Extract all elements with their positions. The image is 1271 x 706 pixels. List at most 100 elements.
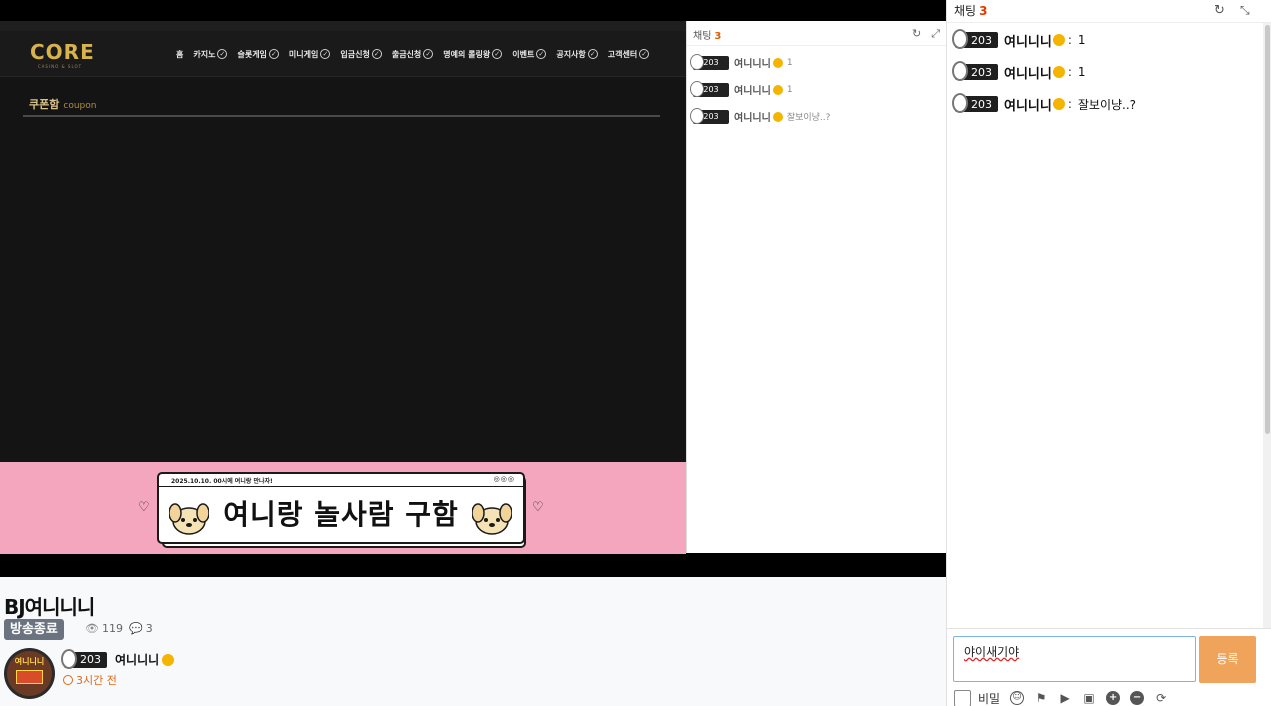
overlay-chat-message: 203 여니니니 잘보이냥..? — [690, 103, 941, 130]
fan-level-badge: 203 — [952, 93, 998, 113]
check-icon: ✓ — [268, 49, 279, 59]
heart-icon: ♡ — [138, 500, 150, 515]
verified-icon — [1052, 66, 1065, 78]
badge-level: 203 — [971, 65, 992, 79]
site-nav-item: 입금신청 ✓ — [340, 49, 382, 60]
collapse-icon[interactable]: ⤡ — [1240, 3, 1250, 18]
chat-message: 203 여니니니 : 1 — [952, 56, 1260, 88]
chat-scrollbar-thumb[interactable] — [1265, 25, 1270, 434]
flag-icon[interactable]: ⚑ — [1034, 691, 1048, 705]
time-ago-text: 3시간 전 — [76, 674, 117, 687]
fan-level-badge: 203 — [952, 29, 998, 49]
comment-count[interactable]: 💬 3 — [129, 622, 153, 635]
video-player[interactable]: CORE CASINO & SLOT 홈 카지노 ✓ 슬롯게임 ✓ 미니게임 ✓ 입금… — [0, 0, 946, 577]
badge-ring-icon — [690, 80, 704, 97]
overlay-chat-title-text: 채팅 — [693, 31, 712, 42]
site-nav-label: 공지사항 — [556, 49, 586, 59]
badge-ring-icon — [952, 29, 968, 49]
chat-username[interactable]: 여니니니 — [1004, 31, 1052, 50]
banner-card-header: 2025.10.10. 00시에 여니랑 만나자! ◎◎◎ — [159, 474, 523, 487]
verified-icon — [772, 84, 783, 95]
banner-date: 2025.10.10. 00시에 여니랑 만나자! — [171, 478, 273, 485]
site-logo-subtext: CASINO & SLOT — [37, 64, 83, 69]
site-nav-label: 미니게임 — [288, 49, 319, 59]
chat-title-text: 채팅 — [954, 4, 977, 18]
site-nav-items: 홈 카지노 ✓ 슬롯게임 ✓ 미니게임 ✓ 입금신청 ✓ 출금신청 ✓ 명예의 롤링왕 ✓ … — [176, 45, 659, 63]
fan-level-badge: 203 — [61, 648, 107, 669]
site-nav-label: 명예의 롤링왕 — [443, 49, 491, 59]
fan-level-badge: 203 — [690, 80, 729, 97]
verified-icon — [162, 653, 175, 666]
banner-window-dots: ◎◎◎ — [493, 475, 515, 483]
youtube-icon[interactable]: ▶ — [1058, 691, 1072, 705]
broadcast-info: BJ여니니니 방송종료 👁 119 💬 3 여니니니 203 여니니니 3시간 전 — [0, 577, 946, 706]
puppy-icon — [472, 503, 512, 535]
chat-input-area: 야이새기야 등록 비밀 ☺ ⚑ ▶ ▣ + − ⟳ — [947, 628, 1271, 706]
send-button[interactable]: 등록 — [1199, 636, 1256, 683]
check-icon: ✓ — [371, 49, 382, 59]
overlay-chat-list: 203 여니니니 1 203 여니니니 1 203 여니니니 잘보이냥..? — [690, 49, 941, 130]
badge-ring-icon — [690, 53, 704, 70]
secret-checkbox[interactable] — [954, 689, 971, 706]
stream-casino-site: CORE CASINO & SLOT 홈 카지노 ✓ 슬롯게임 ✓ 미니게임 ✓ 입금… — [0, 21, 686, 462]
stream-chat-overlay: 채팅 3 ↻ ⤢ 203 여니니니 1 203 여니니니 1 203 여니니니 … — [686, 21, 946, 553]
zoom-out-icon[interactable]: − — [1130, 691, 1145, 705]
view-count-value: 119 — [101, 622, 123, 635]
fan-level-badge: 203 — [690, 107, 729, 124]
site-navigation: CORE CASINO & SLOT 홈 카지노 ✓ 슬롯게임 ✓ 미니게임 ✓ 입금… — [0, 31, 686, 77]
coupon-title: 쿠폰함 coupon — [29, 96, 96, 112]
stream-top-strip — [0, 0, 946, 21]
overlay-chat-text: 1 — [786, 84, 793, 95]
chat-separator: : — [1067, 97, 1072, 111]
site-nav-item: 미니게임 ✓ — [288, 49, 331, 60]
check-icon: ✓ — [423, 49, 434, 59]
author-name: 여니니니 — [115, 653, 160, 667]
zoom-in-icon[interactable]: + — [1106, 691, 1121, 705]
site-nav-label: 홈 — [176, 49, 184, 59]
overlay-chat-header: 채팅 3 ↻ ⤢ — [687, 21, 946, 46]
site-nav-label: 고객센터 — [607, 49, 638, 59]
overlay-chat-username: 여니니니 — [734, 113, 771, 124]
overlay-chat-icons: ↻ ⤢ — [912, 27, 940, 41]
banner-title: 여니랑 놀사람 구함 — [223, 498, 459, 531]
refresh-icon: ↻ — [911, 27, 922, 40]
site-logo: CORE CASINO & SLOT — [30, 38, 94, 70]
chat-message-list: 203 여니니니 : 1 203 여니니니 : 1 203 여니니니 : 잘보이… — [952, 24, 1260, 120]
banner-card: 2025.10.10. 00시에 여니랑 만나자! ◎◎◎ 여니랑 놀사람 구함 — [157, 472, 525, 544]
chat-scrollbar[interactable] — [1263, 23, 1271, 628]
check-icon: ✓ — [639, 49, 650, 59]
chat-input[interactable]: 야이새기야 — [953, 636, 1196, 682]
heart-icon: ♡ — [532, 500, 544, 515]
page-root: CORE CASINO & SLOT 홈 카지노 ✓ 슬롯게임 ✓ 미니게임 ✓ 입금… — [0, 0, 1271, 706]
overlay-chat-message: 203 여니니니 1 — [690, 49, 941, 76]
badge-level: 203 — [971, 33, 992, 47]
stream-banner: ♡ ♡ 2025.10.10. 00시에 여니랑 만나자! ◎◎◎ 여니랑 놀사… — [0, 462, 686, 554]
badge-level: 203 — [971, 97, 992, 111]
author-row[interactable]: 203 여니니니 — [61, 648, 175, 669]
check-icon: ✓ — [217, 49, 228, 59]
avatar[interactable]: 여니니니 — [4, 648, 55, 699]
overlay-chat-title: 채팅 3 — [693, 27, 721, 42]
check-icon: ✓ — [320, 49, 331, 59]
refresh-icon[interactable]: ↻ — [1214, 3, 1225, 18]
fan-level-badge: 203 — [952, 61, 998, 81]
check-icon: ✓ — [492, 49, 503, 59]
badge-ring-icon — [61, 648, 77, 669]
expand-icon: ⤢ — [931, 27, 940, 40]
comment-icon: 💬 — [129, 622, 143, 635]
secret-label: 비밀 — [978, 691, 1001, 706]
check-icon: ✓ — [587, 49, 598, 59]
chat-username[interactable]: 여니니니 — [1004, 63, 1052, 82]
overlay-chat-text: 잘보이냥..? — [786, 113, 831, 123]
broadcast-time: 3시간 전 — [63, 672, 117, 688]
chat-user-count: 3 — [979, 4, 988, 18]
image-icon[interactable]: ▣ — [1082, 691, 1096, 705]
emoji-icon[interactable]: ☺ — [1010, 691, 1025, 705]
overlay-chat-username: 여니니니 — [734, 86, 771, 97]
site-nav-item: 명예의 롤링왕 ✓ — [443, 49, 503, 60]
site-nav-item: 공지사항 ✓ — [556, 49, 598, 60]
site-nav-item: 고객센터 ✓ — [607, 49, 650, 60]
reload-icon[interactable]: ⟳ — [1154, 691, 1168, 705]
chat-text: 1 — [1077, 65, 1086, 79]
chat-username[interactable]: 여니니니 — [1004, 95, 1052, 114]
